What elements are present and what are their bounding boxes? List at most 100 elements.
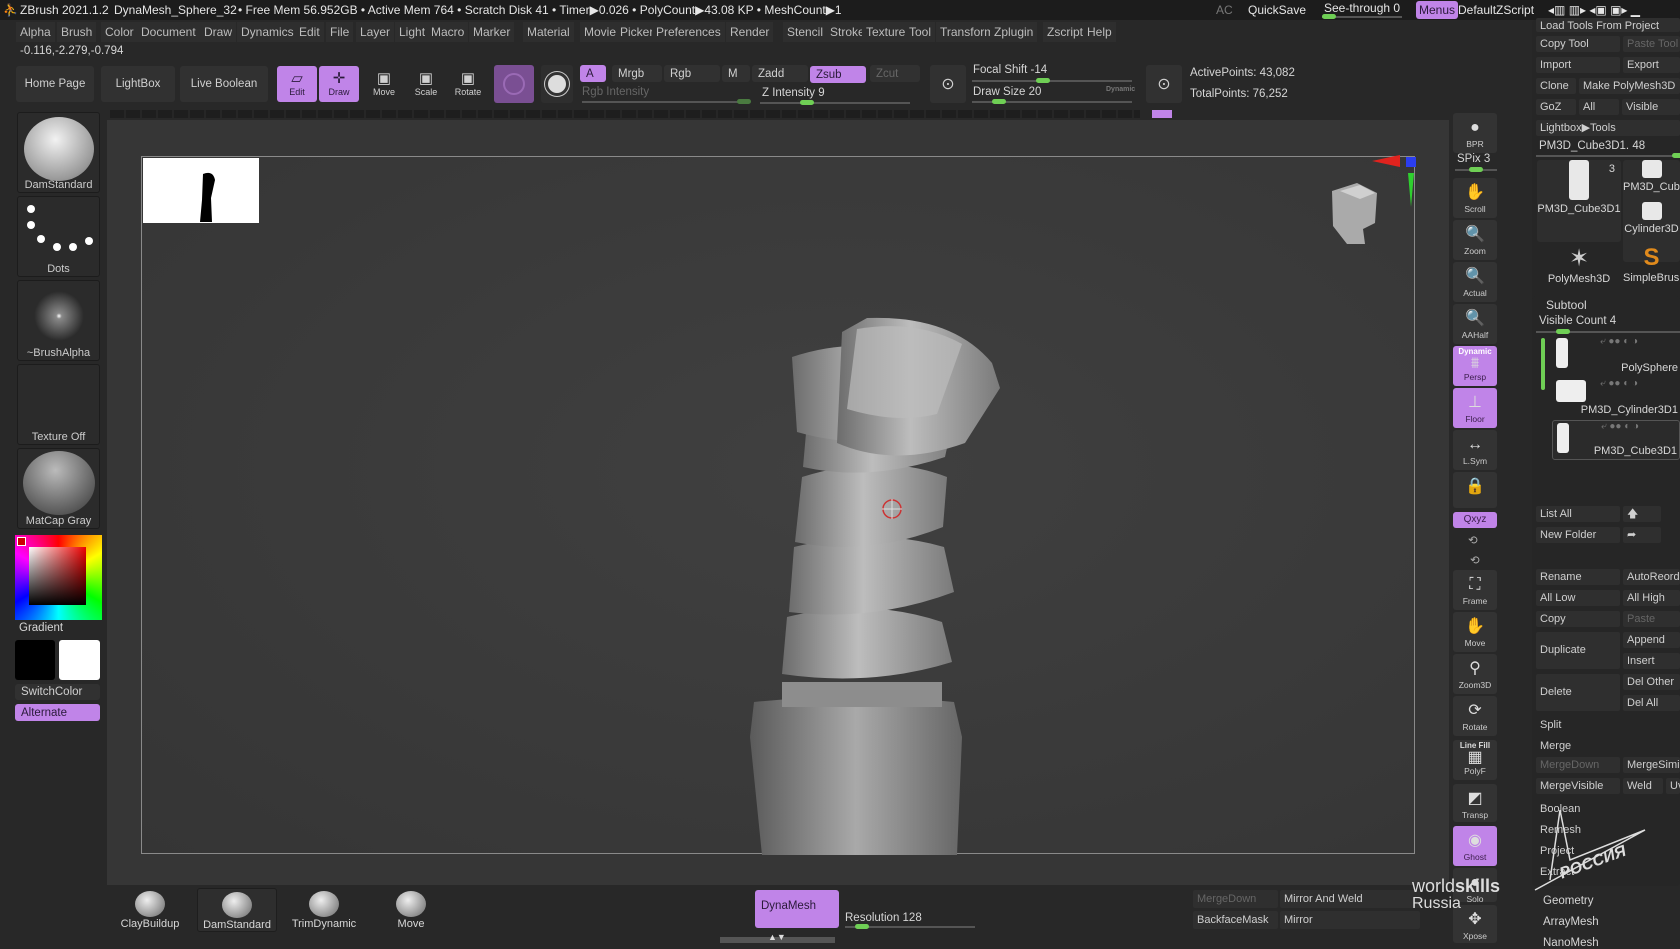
copy-button[interactable]: Copy xyxy=(1536,611,1620,627)
aahalf-button[interactable]: 🔍 AAHalf xyxy=(1453,304,1497,344)
edit-mode-button[interactable]: ▱ Edit xyxy=(277,66,317,102)
rotate-mode-button[interactable]: ▣ Rotate xyxy=(448,66,488,102)
rotate-y-icon[interactable]: ⟲ xyxy=(1468,533,1478,547)
rotate-z-icon[interactable]: ⟲ xyxy=(1470,553,1480,567)
subtool-visibility-icon[interactable]: ⤶ ●● ◐ ◑ xyxy=(1600,336,1638,347)
subtool-item[interactable]: ⤶ ●● ◐ ◑ PM3D_Cylinder3D1 xyxy=(1552,378,1680,418)
dynamic-size-toggle[interactable]: Dynamic xyxy=(1106,86,1135,93)
menu-preferences[interactable]: Preferences xyxy=(652,22,725,42)
menu-macro[interactable]: Macro xyxy=(427,22,469,42)
zoom-button[interactable]: 🔍 Zoom xyxy=(1453,220,1497,260)
menu-transform[interactable]: Transform xyxy=(936,22,999,42)
persp-button[interactable]: Dynamic ⩩ Persp xyxy=(1453,346,1497,386)
visible-count-label[interactable]: Visible Count 4 xyxy=(1539,315,1616,327)
slider-knob[interactable] xyxy=(1469,167,1483,172)
subtool-visibility-icon[interactable]: ⤶ ●● ◐ ◑ xyxy=(1601,421,1639,432)
menu-render[interactable]: Render xyxy=(726,22,774,42)
brush-picker[interactable]: DamStandard xyxy=(17,112,100,193)
del-all-button[interactable]: Del All xyxy=(1623,695,1680,711)
orientation-gizmo[interactable] xyxy=(1312,151,1422,251)
bottom-collapse-handle[interactable]: ▲▼ xyxy=(720,932,835,943)
slider-knob[interactable] xyxy=(1036,78,1050,83)
lock-button[interactable]: 🔒 xyxy=(1453,472,1497,508)
copy-tool-button[interactable]: Copy Tool xyxy=(1536,36,1620,52)
import-button[interactable]: Import xyxy=(1536,57,1620,73)
draw-size-slider[interactable] xyxy=(972,99,1132,104)
focal-shift-label[interactable]: Focal Shift -14 xyxy=(973,64,1047,76)
polyf-button[interactable]: Line Fill ▦ PolyF xyxy=(1453,740,1497,780)
brush-move[interactable]: Move xyxy=(371,888,451,932)
visible-button[interactable]: Visible xyxy=(1622,99,1680,115)
brush-damstandard[interactable]: DamStandard xyxy=(197,888,277,932)
del-other-button[interactable]: Del Other xyxy=(1623,674,1680,690)
slider-knob[interactable] xyxy=(1556,329,1570,334)
paste-tool-button[interactable]: Paste Tool xyxy=(1623,36,1680,52)
clone-button[interactable]: Clone xyxy=(1536,78,1576,94)
zsub-toggle[interactable]: Zsub xyxy=(810,66,866,83)
material-button[interactable] xyxy=(494,65,534,103)
brush-trimdynamic[interactable]: TrimDynamic xyxy=(284,888,364,932)
mrgb-toggle[interactable]: Mrgb xyxy=(612,65,662,82)
scale-mode-button[interactable]: ▣ Scale xyxy=(406,66,446,102)
layout-arrows-icon[interactable]: ◂▥ ▥▸ ◂▣ ▣▸ ▁ xyxy=(1548,0,1640,20)
tool-thumbnail[interactable]: ✶ PolyMesh3D xyxy=(1537,244,1621,302)
weld-button[interactable]: Weld xyxy=(1623,778,1663,794)
zadd-toggle[interactable]: Zadd xyxy=(752,65,808,82)
delete-button[interactable]: Delete xyxy=(1536,674,1620,711)
main-color-swatch[interactable] xyxy=(15,640,55,680)
lightbox-tools-button[interactable]: Lightbox▶Tools xyxy=(1536,120,1680,136)
texture-picker[interactable]: Texture Off xyxy=(17,364,100,445)
dynamesh-button[interactable]: DynaMesh xyxy=(755,890,839,928)
frame-button[interactable]: ⛶ Frame xyxy=(1453,570,1497,610)
tool-thumbnail[interactable]: S SimpleBrush xyxy=(1623,244,1680,302)
menu-help[interactable]: Help xyxy=(1083,22,1116,42)
menu-edit[interactable]: Edit xyxy=(295,22,324,42)
menu-material[interactable]: Material xyxy=(523,22,574,42)
rgb-toggle[interactable]: Rgb xyxy=(664,65,720,82)
spix-label[interactable]: SPix 3 xyxy=(1457,153,1490,165)
slider-knob[interactable] xyxy=(992,99,1006,104)
alternate-toggle[interactable]: Alternate xyxy=(15,704,100,721)
list-all-button[interactable]: List All xyxy=(1536,506,1620,522)
subtool-header[interactable]: Subtool xyxy=(1546,298,1587,312)
slider-knob[interactable] xyxy=(1672,153,1680,158)
move-button[interactable]: ✋ Move xyxy=(1453,612,1497,652)
bpr-button[interactable]: ● BPR xyxy=(1453,113,1497,153)
material-picker[interactable]: MatCap Gray xyxy=(17,448,100,529)
menu-stencil[interactable]: Stencil xyxy=(783,22,828,42)
export-button[interactable]: Export xyxy=(1623,57,1680,73)
merge-section[interactable]: Merge xyxy=(1536,737,1680,755)
switch-color-button[interactable]: SwitchColor xyxy=(15,684,100,700)
document-viewport[interactable] xyxy=(141,155,1416,855)
mergedown-button-bottom[interactable]: MergeDown xyxy=(1193,890,1278,908)
slider-knob[interactable] xyxy=(737,99,751,104)
brush-claybuildup[interactable]: ClayBuildup xyxy=(110,888,190,932)
menu-marker[interactable]: Marker xyxy=(469,22,515,42)
resolution-slider[interactable] xyxy=(845,924,975,929)
home-page-button[interactable]: Home Page xyxy=(16,66,94,102)
mirror-button[interactable]: Mirror xyxy=(1280,911,1420,929)
secondary-color-swatch[interactable] xyxy=(59,640,100,680)
all-high-button[interactable]: All High xyxy=(1623,590,1680,606)
menu-alpha[interactable]: Alpha xyxy=(16,22,55,42)
mirror-and-weld-button[interactable]: Mirror And Weld xyxy=(1280,890,1420,908)
menu-movie[interactable]: Movie xyxy=(580,22,621,42)
rgb-intensity-slider[interactable] xyxy=(582,99,751,104)
texture-toggle[interactable] xyxy=(541,65,573,103)
uv-button[interactable]: Uv xyxy=(1666,778,1680,794)
merge-visible-button[interactable]: MergeVisible xyxy=(1536,778,1620,794)
all-low-button[interactable]: All Low xyxy=(1536,590,1620,606)
tool-slider[interactable] xyxy=(1536,153,1680,158)
backface-mask-button[interactable]: BackfaceMask xyxy=(1193,911,1278,929)
a-toggle[interactable]: A xyxy=(580,65,606,82)
paste-button[interactable]: Paste xyxy=(1623,611,1680,627)
section-nanomesh[interactable]: NanoMesh xyxy=(1543,937,1599,949)
qxyz-button[interactable]: Qxyz xyxy=(1453,512,1497,528)
subtool-scrollbar[interactable] xyxy=(1541,338,1545,390)
slider-knob[interactable] xyxy=(800,100,814,105)
tool-thumbnail[interactable]: PM3D_Cube3D1 3 xyxy=(1537,160,1621,242)
lsym-button[interactable]: ↔ L.Sym xyxy=(1453,430,1497,470)
menu-file[interactable]: File xyxy=(326,22,354,42)
slider-knob[interactable] xyxy=(1322,14,1336,19)
menu-zplugin[interactable]: Zplugin xyxy=(990,22,1038,42)
